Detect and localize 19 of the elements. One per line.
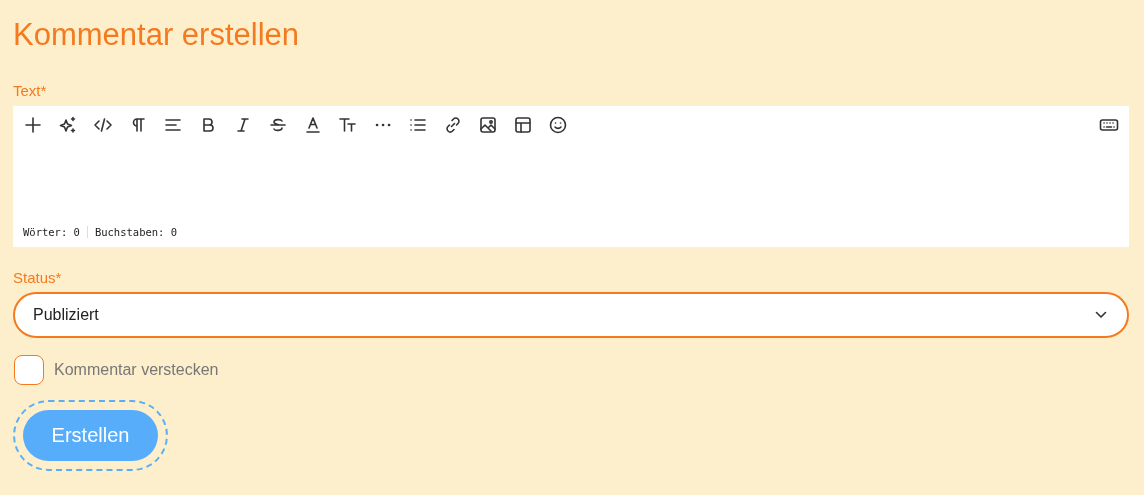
plus-icon[interactable] bbox=[23, 115, 43, 135]
code-icon[interactable] bbox=[93, 115, 113, 135]
character-count: Buchstaben: 0 bbox=[94, 226, 178, 238]
font-size-icon[interactable] bbox=[338, 115, 358, 135]
text-editor[interactable]: Wörter: 0 Buchstaben: 0 bbox=[13, 106, 1129, 247]
table-icon[interactable] bbox=[513, 115, 533, 135]
word-count: Wörter: 0 bbox=[23, 226, 80, 238]
page-title: Kommentar erstellen bbox=[13, 16, 300, 54]
checkbox-label: Kommentar verstecken bbox=[54, 361, 219, 379]
link-icon[interactable] bbox=[443, 115, 463, 135]
checkbox[interactable] bbox=[14, 355, 44, 385]
image-icon[interactable] bbox=[478, 115, 498, 135]
chevron-down-icon bbox=[1095, 311, 1107, 319]
status-select[interactable]: Publiziert bbox=[13, 292, 1129, 338]
sparkles-icon[interactable] bbox=[58, 115, 78, 135]
text-color-icon[interactable] bbox=[303, 115, 323, 135]
emoji-icon[interactable] bbox=[548, 115, 568, 135]
field-label: Status* bbox=[13, 269, 63, 287]
field-label: Text* bbox=[13, 82, 48, 100]
